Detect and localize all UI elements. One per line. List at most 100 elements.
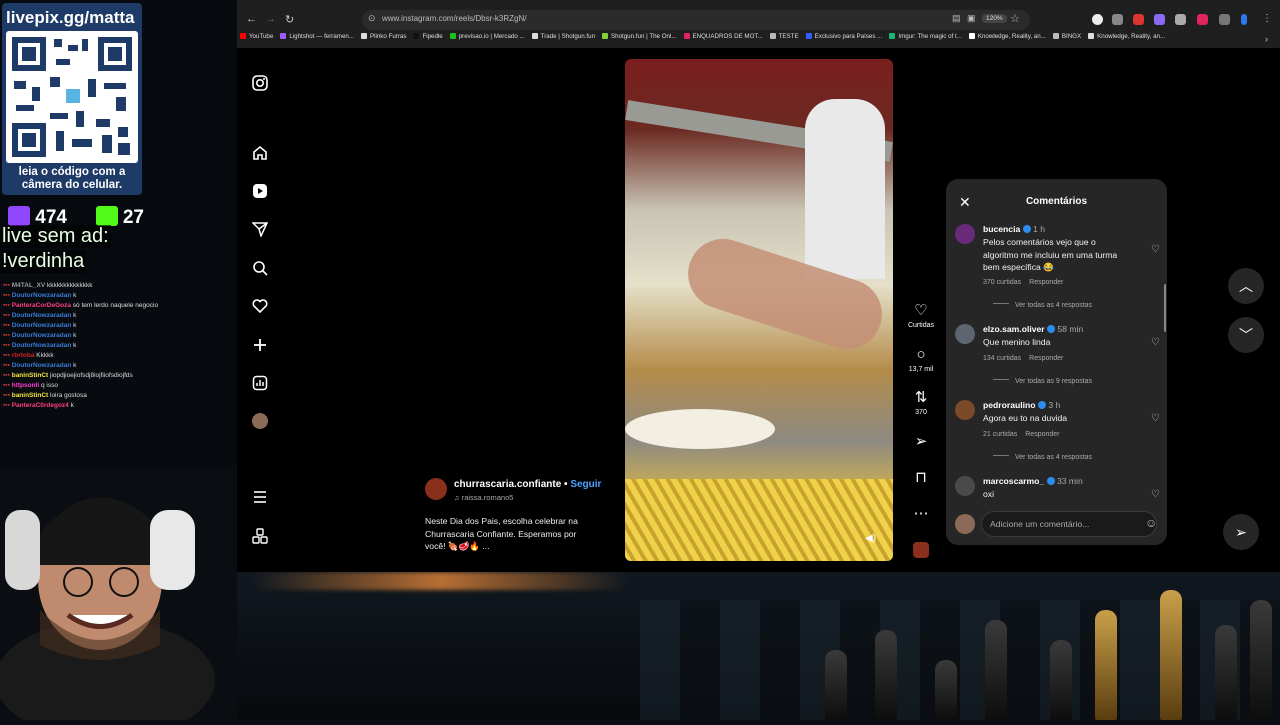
bookmark-item[interactable]: TESTE xyxy=(769,33,799,40)
chat-username: M4TAL_XV xyxy=(11,282,46,289)
back-icon[interactable]: ← xyxy=(246,13,257,25)
comment-input[interactable] xyxy=(981,511,1157,537)
more-menu-icon[interactable] xyxy=(251,489,269,507)
bookmark-label: TESTE xyxy=(778,33,799,40)
bookmark-item[interactable]: Knowledge, Reality, an... xyxy=(1088,33,1165,40)
view-replies-button[interactable]: Ver todas as 4 respostas xyxy=(993,454,1092,461)
extension-icon[interactable] xyxy=(1241,14,1247,25)
stream-overlay-panel: livepix.gg/matta leia o código com a câm… xyxy=(0,0,237,725)
like-button[interactable]: ♡ Curtidas xyxy=(905,303,937,330)
forward-icon[interactable]: → xyxy=(265,13,276,25)
messages-button[interactable]: ➢ xyxy=(1223,514,1259,550)
bookmark-item[interactable]: Lightshot — ferramen... xyxy=(280,33,354,40)
profile-icon[interactable] xyxy=(1219,14,1230,25)
dashboard-icon[interactable] xyxy=(251,375,269,393)
bookmark-item[interactable]: YouTube xyxy=(240,33,273,40)
commenter-name[interactable]: marcoscarmo_ xyxy=(983,476,1044,486)
chat-text: k xyxy=(68,402,74,409)
also-from-meta-icon[interactable] xyxy=(251,528,269,546)
audio-thumbnail[interactable] xyxy=(905,542,937,563)
donation-qr-box: livepix.gg/matta leia o código com a câm… xyxy=(2,3,142,195)
bookmark-item[interactable]: Fipedle xyxy=(413,33,443,40)
comment-like-icon[interactable]: ♡ xyxy=(1151,413,1160,424)
reader-icon[interactable]: ▤ xyxy=(952,13,961,24)
twitch-icon xyxy=(8,206,30,226)
bookmark-item[interactable]: previsao.io | Mercado ... xyxy=(449,33,525,40)
account-name[interactable]: churrascaria.confiante xyxy=(454,479,561,490)
repost-button[interactable]: ⇅ 370 xyxy=(905,390,937,417)
extension-icon[interactable] xyxy=(1175,14,1186,25)
screenshot-icon[interactable]: ▣ xyxy=(967,13,976,24)
chat-message: ▪▪▪ rbrtoba Kkkkk xyxy=(3,351,158,361)
comment-like-icon[interactable]: ♡ xyxy=(1151,337,1160,348)
reel-video[interactable] xyxy=(625,59,893,561)
volume-icon[interactable]: ◀) xyxy=(865,533,876,544)
chat-badge-icon: ▪▪▪ xyxy=(3,352,12,359)
next-reel-button[interactable]: ﹀ xyxy=(1228,317,1264,353)
comment-like-icon[interactable]: ♡ xyxy=(1151,489,1160,500)
commenter-name[interactable]: elzo.sam.oliver xyxy=(983,324,1045,334)
comment-likes[interactable]: 370 curtidas xyxy=(983,279,1021,286)
menu-icon[interactable]: ⋮ xyxy=(1262,13,1272,24)
zoom-level[interactable]: 120% xyxy=(982,14,1007,23)
extensions-puzzle-icon[interactable] xyxy=(1112,14,1123,25)
bookmark-item[interactable]: Trade | Shotgun.fun xyxy=(531,33,595,40)
commenter-avatar[interactable] xyxy=(955,224,975,244)
bookmark-label: YouTube xyxy=(249,33,274,40)
bookmark-star-icon[interactable]: ☆ xyxy=(1010,12,1020,25)
bookmark-item[interactable]: Exclusivo para Países ... xyxy=(805,33,882,40)
reel-caption[interactable]: Neste Dia dos Pais, escolha celebrar na … xyxy=(425,515,595,553)
profile-avatar[interactable] xyxy=(251,413,269,431)
chevron-down-icon: ﹀ xyxy=(1239,327,1253,343)
reload-icon[interactable]: ↻ xyxy=(285,13,294,26)
audio-label[interactable]: raissa.romano5 xyxy=(462,493,514,502)
create-plus-icon[interactable] xyxy=(251,337,269,355)
extension-icon[interactable] xyxy=(1197,14,1208,25)
bookmark-item[interactable]: ENQUADROS DE MOT... xyxy=(683,33,763,40)
save-button[interactable]: ⊓ xyxy=(905,470,937,486)
bookmark-item[interactable]: BINGX xyxy=(1052,33,1081,40)
commenter-name[interactable]: bucencia xyxy=(983,224,1020,234)
bookmark-item[interactable]: Imgur: The magic of t... xyxy=(889,33,962,40)
view-replies-button[interactable]: Ver todas as 9 respostas xyxy=(993,378,1092,385)
search-icon[interactable] xyxy=(251,260,269,278)
account-avatar[interactable] xyxy=(425,478,447,500)
site-info-icon[interactable]: ⊙ xyxy=(368,13,376,24)
comments-scrollbar[interactable] xyxy=(1164,284,1166,332)
extension-icon[interactable] xyxy=(1092,14,1103,25)
bookmarks-overflow-icon[interactable]: › xyxy=(1265,34,1268,44)
view-replies-button[interactable]: Ver todas as 4 respostas xyxy=(993,302,1092,309)
home-icon[interactable] xyxy=(251,145,269,163)
commenter-name[interactable]: pedroraulino xyxy=(983,400,1036,410)
bookmark-item[interactable]: Knowledge, Reality, an... xyxy=(968,33,1046,40)
previous-reel-button[interactable]: ︿ xyxy=(1228,268,1264,304)
follow-button[interactable]: Seguir xyxy=(570,479,601,490)
qr-title: livepix.gg/matta xyxy=(6,8,135,27)
reply-button[interactable]: Responder xyxy=(1029,355,1063,362)
likes-label: Curtidas xyxy=(907,322,935,329)
address-bar[interactable]: ⊙ www.instagram.com/reels/Dbsr-k3RZgN/ ▤… xyxy=(362,10,1030,30)
emoji-icon[interactable]: ☺ xyxy=(1145,516,1157,530)
comment-likes[interactable]: 134 curtidas xyxy=(983,355,1021,362)
notifications-heart-icon[interactable] xyxy=(251,298,269,316)
commenter-avatar[interactable] xyxy=(955,324,975,344)
direct-messages-icon[interactable] xyxy=(251,221,269,239)
bookmark-favicon-icon xyxy=(240,33,246,39)
reels-icon[interactable] xyxy=(251,183,269,201)
commenter-avatar[interactable] xyxy=(955,400,975,420)
extension-icon[interactable] xyxy=(1133,14,1144,25)
commenter-avatar[interactable] xyxy=(955,476,975,496)
comment-likes[interactable]: 21 curtidas xyxy=(983,431,1017,438)
more-dots-icon: ⋯ xyxy=(913,505,929,522)
extension-icon[interactable] xyxy=(1154,14,1165,25)
share-button[interactable]: ➢ xyxy=(905,434,937,450)
bookmark-favicon-icon xyxy=(769,33,776,39)
reply-button[interactable]: Responder xyxy=(1025,431,1059,438)
comment-like-icon[interactable]: ♡ xyxy=(1151,244,1160,255)
bookmark-item[interactable]: Plinko Furras xyxy=(360,33,406,40)
instagram-logo-icon[interactable] xyxy=(251,75,269,93)
bookmark-item[interactable]: Shotgun.fun | The Onl... xyxy=(602,33,677,40)
more-options-button[interactable]: ⋯ xyxy=(905,506,937,522)
comment-button[interactable]: ○ 13,7 mil xyxy=(905,347,937,374)
reply-button[interactable]: Responder xyxy=(1029,279,1063,286)
